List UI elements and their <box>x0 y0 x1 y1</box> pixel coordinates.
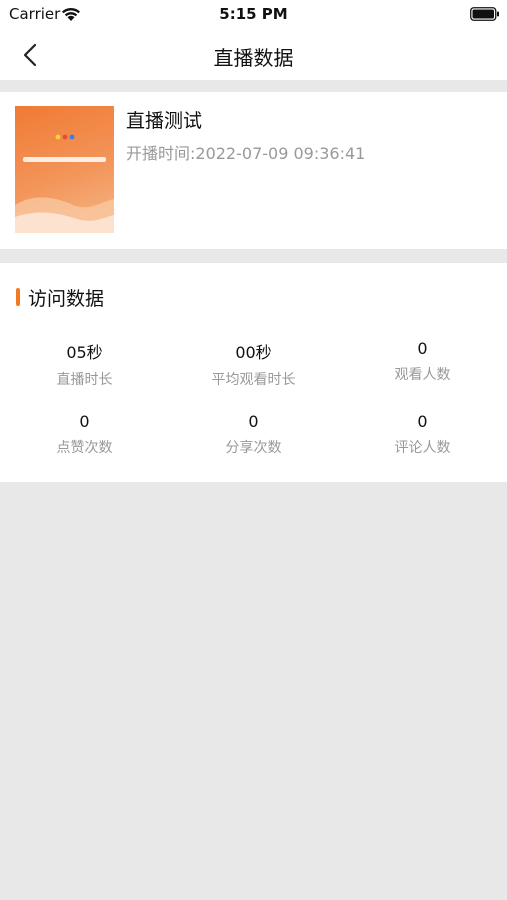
stat-label: 平均观看时长 <box>211 372 296 388</box>
stat-value: 0 <box>248 412 259 431</box>
stat-value: 0 <box>417 412 428 431</box>
stat-value: 0 <box>79 412 90 431</box>
cover-wave-graphic <box>15 197 114 233</box>
page-title: 直播数据 <box>213 46 294 70</box>
stat-live-duration: 05秒 直播时长 <box>0 339 169 389</box>
stat-value: 0 <box>417 339 428 358</box>
stat-label: 分享次数 <box>225 440 282 456</box>
battery-icon <box>470 7 499 21</box>
live-start-time: 开播时间:2022-07-09 09:36:41 <box>126 144 366 163</box>
live-info-card <box>0 92 507 249</box>
live-title: 直播测试 <box>126 110 203 132</box>
stat-label: 点赞次数 <box>56 440 113 456</box>
stat-viewers: 0 观看人数 <box>338 339 507 384</box>
cover-banner-text-graphic <box>23 157 106 162</box>
section-title: 访问数据 <box>28 288 105 310</box>
cover-logo-icon <box>55 134 75 140</box>
stat-avg-watch-duration: 00秒 平均观看时长 <box>169 339 338 389</box>
stat-label: 评论人数 <box>394 440 451 456</box>
navigation-bar: 直播数据 <box>0 30 507 80</box>
status-time: 5:15 PM <box>219 5 288 23</box>
stat-label: 直播时长 <box>56 372 113 388</box>
section-accent-bar <box>16 288 20 306</box>
stat-label: 观看人数 <box>394 367 451 383</box>
stat-commenters: 0 评论人数 <box>338 412 507 457</box>
stat-likes: 0 点赞次数 <box>0 412 169 457</box>
stat-value: 00秒 <box>235 343 272 362</box>
stat-value: 05秒 <box>66 343 103 362</box>
status-bar: Carrier 5:15 PM <box>0 0 507 30</box>
live-cover-image[interactable] <box>15 106 114 233</box>
stat-shares: 0 分享次数 <box>169 412 338 457</box>
